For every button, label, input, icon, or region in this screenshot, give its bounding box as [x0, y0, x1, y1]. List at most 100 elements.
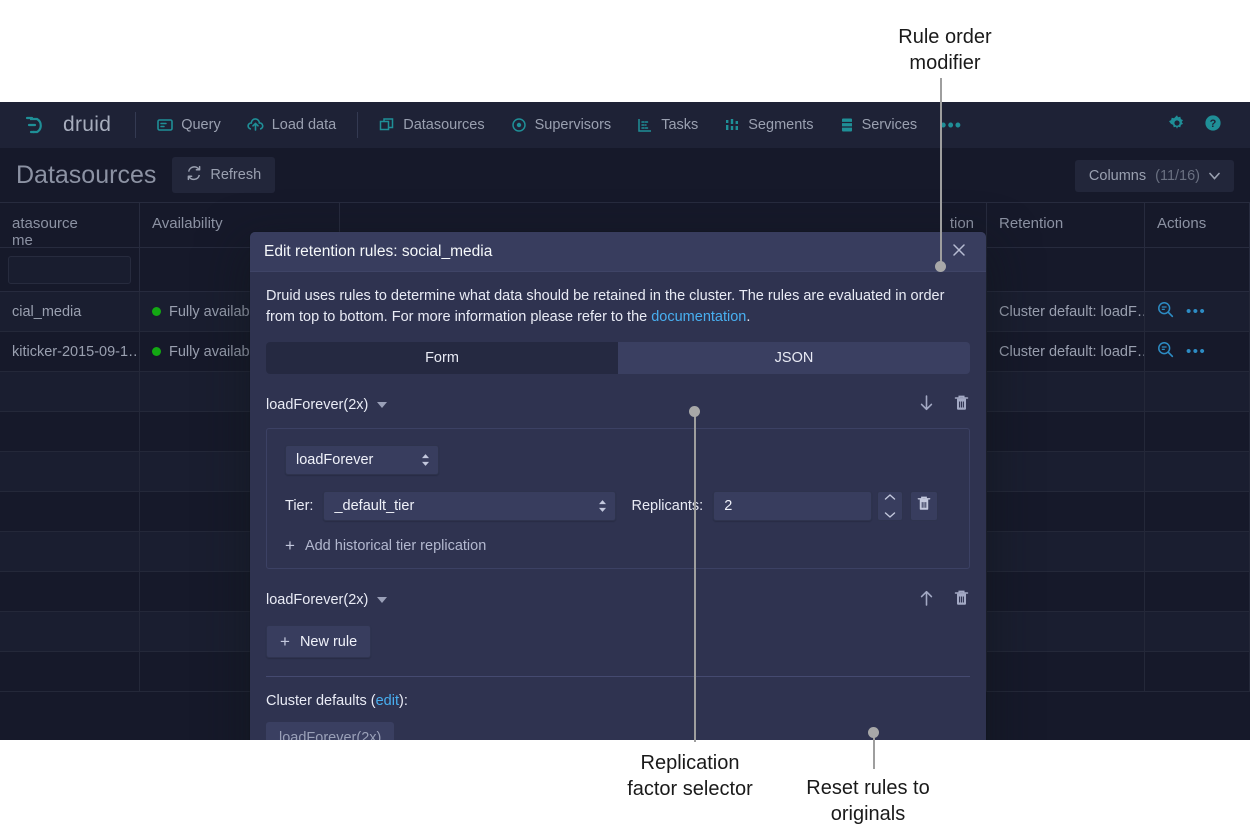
dialog-intro: Druid uses rules to determine what data … — [266, 286, 970, 328]
form-json-tabs: Form JSON — [266, 342, 970, 374]
tier-replicants-row: Tier: _default_tier Replicants: 2 — [285, 491, 951, 521]
cell-retention: Cluster default: loadF… — [987, 332, 1145, 371]
filter-cell-datasource[interactable] — [0, 248, 140, 292]
gear-icon[interactable] — [1168, 114, 1186, 137]
column-header-datasource[interactable]: atasourceme — [0, 203, 140, 247]
rule-type-select[interactable]: loadForever — [285, 445, 439, 475]
leader-dot-rule-order — [935, 261, 946, 272]
leader-dot-replication-factor — [689, 406, 700, 417]
intro-text-part1: Druid uses rules to determine what data … — [266, 288, 944, 325]
trash-icon[interactable] — [953, 394, 970, 417]
cluster-defaults-prefix: Cluster defaults ( — [266, 693, 376, 709]
refresh-button[interactable]: Refresh — [172, 157, 275, 193]
nav-label: Datasources — [403, 117, 484, 133]
nav-item-tasks[interactable]: Tasks — [624, 102, 711, 148]
nav-item-query[interactable]: Query — [144, 102, 234, 148]
filter-cell-retention[interactable] — [987, 248, 1145, 292]
nav-item-datasources[interactable]: Datasources — [366, 102, 497, 148]
documentation-link[interactable]: documentation — [651, 309, 746, 325]
refresh-icon — [186, 165, 202, 185]
columns-button[interactable]: Columns (11/16) — [1075, 160, 1234, 192]
navbar-right: ? — [1168, 114, 1234, 137]
tab-json[interactable]: JSON — [618, 342, 970, 374]
rule-panel: loadForever Tier: _default_tier — [266, 428, 970, 569]
tab-form[interactable]: Form — [266, 342, 618, 374]
columns-count: (11/16) — [1155, 168, 1200, 184]
console-icon — [157, 117, 173, 133]
eye-icon — [511, 117, 527, 133]
leader-dot-reset-rules — [868, 727, 879, 738]
rule-summary-label: loadForever(2x) — [266, 592, 368, 608]
brand-label: druid — [63, 113, 111, 137]
edit-cluster-defaults-link[interactable]: edit — [376, 693, 399, 709]
column-header-retention[interactable]: Retention — [987, 203, 1145, 247]
rule-header[interactable]: loadForever(2x) — [266, 587, 970, 613]
tier-label: Tier: — [285, 498, 313, 514]
nav-label: Segments — [748, 117, 813, 133]
nav-item-segments[interactable]: Segments — [711, 102, 826, 148]
zoom-in-icon[interactable] — [1157, 341, 1174, 362]
replicants-value: 2 — [724, 498, 732, 514]
edit-retention-rules-dialog: Edit retention rules: social_media Druid… — [250, 232, 986, 740]
rule-header-actions — [918, 589, 970, 612]
cluster-default-rule-pill: loadForever(2x) — [266, 722, 394, 740]
column-header-actions[interactable]: Actions — [1145, 203, 1250, 247]
rule-header-actions — [918, 394, 970, 417]
rule-header[interactable]: loadForever(2x) — [266, 392, 970, 418]
nav-label: Services — [862, 117, 918, 133]
zoom-in-icon[interactable] — [1157, 301, 1174, 322]
annotation-reset-rules: Reset rules to originals — [778, 775, 958, 827]
screenshot-root: druid Query Load data Datasou — [0, 0, 1250, 840]
tier-select[interactable]: _default_tier — [323, 491, 616, 521]
cell-datasource: cial_media — [0, 292, 140, 331]
rule-item-0: loadForever(2x) l — [266, 392, 970, 569]
replicants-label: Replicants: — [631, 498, 703, 514]
add-historical-tier-replication-button[interactable]: + Add historical tier replication — [285, 537, 951, 554]
nav-item-supervisors[interactable]: Supervisors — [498, 102, 625, 148]
gantt-chart-icon — [637, 117, 653, 133]
plus-icon: + — [280, 633, 290, 650]
more-icon[interactable]: ••• — [1186, 343, 1206, 360]
chevron-up-icon[interactable] — [884, 488, 896, 506]
trash-icon — [916, 495, 932, 517]
chevron-down-icon[interactable] — [377, 597, 387, 603]
delete-tier-button[interactable] — [910, 491, 938, 521]
trash-icon[interactable] — [953, 589, 970, 612]
nav-item-services[interactable]: Services — [827, 102, 931, 148]
database-icon — [840, 117, 854, 133]
close-icon[interactable] — [946, 239, 972, 264]
replicants-stepper[interactable] — [877, 491, 903, 521]
refresh-label: Refresh — [210, 167, 261, 183]
status-dot-icon — [152, 307, 161, 316]
status-dot-icon — [152, 347, 161, 356]
replicants-input[interactable]: 2 — [713, 491, 872, 521]
nav-label: Load data — [272, 117, 337, 133]
nav-more-button[interactable]: ••• — [930, 115, 972, 136]
new-rule-label: New rule — [300, 634, 357, 650]
multi-select-icon — [379, 117, 395, 133]
new-rule-button[interactable]: + New rule — [266, 625, 371, 658]
leader-line-replication-factor — [694, 412, 696, 742]
tier-value: _default_tier — [334, 498, 414, 514]
arrow-down-icon[interactable] — [918, 394, 935, 417]
leader-line-rule-order — [940, 78, 942, 268]
nav-label: Supervisors — [535, 117, 612, 133]
cell-actions: ••• — [1145, 292, 1250, 331]
leader-line-reset-rules — [873, 733, 875, 769]
stacked-chart-icon — [724, 117, 740, 133]
page-header: Datasources Refresh Columns (11/16) — [0, 148, 1250, 202]
annotation-rule-order: Rule order modifier — [855, 24, 1035, 76]
nav-item-load-data[interactable]: Load data — [234, 102, 350, 148]
cell-datasource: kiticker-2015-09-1… — [0, 332, 140, 371]
filter-input-datasource[interactable] — [8, 256, 131, 284]
arrow-up-icon[interactable] — [918, 589, 935, 612]
help-icon[interactable]: ? — [1204, 114, 1222, 137]
cell-actions: ••• — [1145, 332, 1250, 371]
druid-logo[interactable]: druid — [24, 112, 111, 138]
rule-type-value: loadForever — [296, 452, 373, 468]
more-icon[interactable]: ••• — [1186, 303, 1206, 320]
chevron-down-icon[interactable] — [377, 402, 387, 408]
chevron-down-icon[interactable] — [884, 506, 896, 524]
filter-cell-actions — [1145, 248, 1250, 292]
add-tier-label: Add historical tier replication — [305, 538, 486, 554]
